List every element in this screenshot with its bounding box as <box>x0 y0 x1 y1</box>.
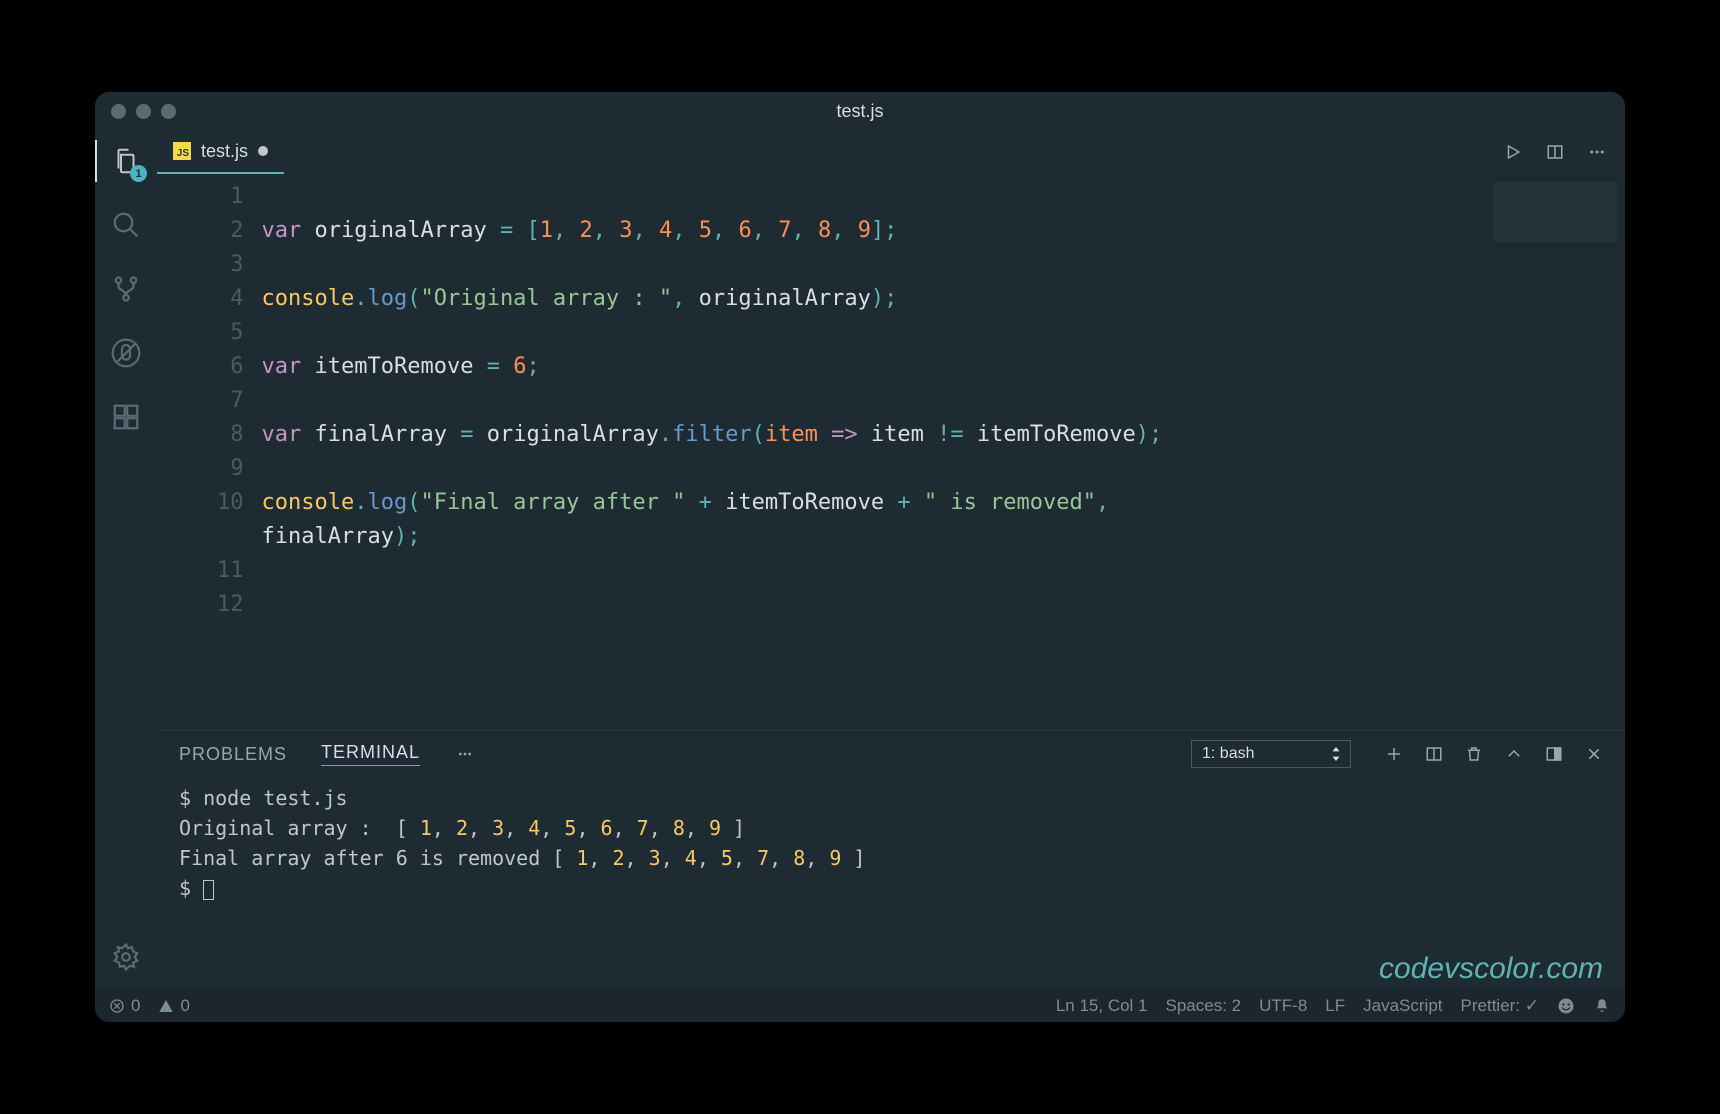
run-icon[interactable] <box>1503 142 1523 162</box>
status-indent[interactable]: Spaces: 2 <box>1166 996 1242 1016</box>
status-eol[interactable]: LF <box>1325 996 1345 1016</box>
status-prettier[interactable]: Prettier: ✓ <box>1461 996 1539 1016</box>
code-content[interactable]: var originalArray = [1, 2, 3, 4, 5, 6, 7… <box>262 180 1486 730</box>
explorer-icon[interactable]: 1 <box>109 144 143 178</box>
tab-filename: test.js <box>201 141 248 162</box>
status-bell-icon[interactable] <box>1593 997 1611 1015</box>
more-actions-icon[interactable] <box>1587 142 1607 162</box>
status-warnings[interactable]: 0 <box>158 996 189 1016</box>
split-terminal-icon[interactable] <box>1425 745 1443 763</box>
kill-terminal-icon[interactable] <box>1465 745 1483 763</box>
bottom-panel: PROBLEMS TERMINAL 1: bash <box>157 730 1625 990</box>
maximize-panel-icon[interactable] <box>1505 745 1523 763</box>
code-editor[interactable]: 12345678910 1112 var originalArray = [1,… <box>157 174 1485 730</box>
js-file-icon: JS <box>173 142 191 160</box>
line-gutter: 12345678910 1112 <box>157 180 262 730</box>
status-encoding[interactable]: UTF-8 <box>1259 996 1307 1016</box>
extensions-icon[interactable] <box>109 400 143 434</box>
status-language[interactable]: JavaScript <box>1363 996 1442 1016</box>
terminal-cursor <box>203 880 214 900</box>
settings-gear-icon[interactable] <box>109 940 143 974</box>
panel-tab-terminal[interactable]: TERMINAL <box>321 742 420 766</box>
terminal-output[interactable]: $ node test.js Original array : [ 1, 2, … <box>157 777 1625 990</box>
terminal-selector[interactable]: 1: bash <box>1191 740 1351 768</box>
panel-tab-problems[interactable]: PROBLEMS <box>179 744 287 765</box>
tab-test-js[interactable]: JS test.js <box>157 130 284 174</box>
vscode-window: test.js 1 <box>95 92 1625 1022</box>
panel-position-icon[interactable] <box>1545 745 1563 763</box>
debug-disabled-icon[interactable] <box>109 336 143 370</box>
split-editor-icon[interactable] <box>1545 142 1565 162</box>
activity-bar: 1 <box>95 130 157 990</box>
minimap[interactable] <box>1485 174 1625 730</box>
titlebar: test.js <box>95 92 1625 130</box>
status-bar: 0 0 Ln 15, Col 1 Spaces: 2 UTF-8 LF Java… <box>95 990 1625 1022</box>
status-errors[interactable]: 0 <box>109 996 140 1016</box>
explorer-badge: 1 <box>130 165 147 182</box>
editor-tabs: JS test.js <box>157 130 1625 174</box>
dirty-indicator-icon <box>258 146 268 156</box>
new-terminal-icon[interactable] <box>1385 745 1403 763</box>
close-panel-icon[interactable] <box>1585 745 1603 763</box>
panel-tab-more-icon[interactable] <box>454 746 476 762</box>
watermark: codevscolor.com <box>1379 954 1603 984</box>
window-title: test.js <box>95 101 1625 122</box>
search-icon[interactable] <box>109 208 143 242</box>
status-feedback-icon[interactable] <box>1557 997 1575 1015</box>
status-cursor-pos[interactable]: Ln 15, Col 1 <box>1056 996 1148 1016</box>
source-control-icon[interactable] <box>109 272 143 306</box>
